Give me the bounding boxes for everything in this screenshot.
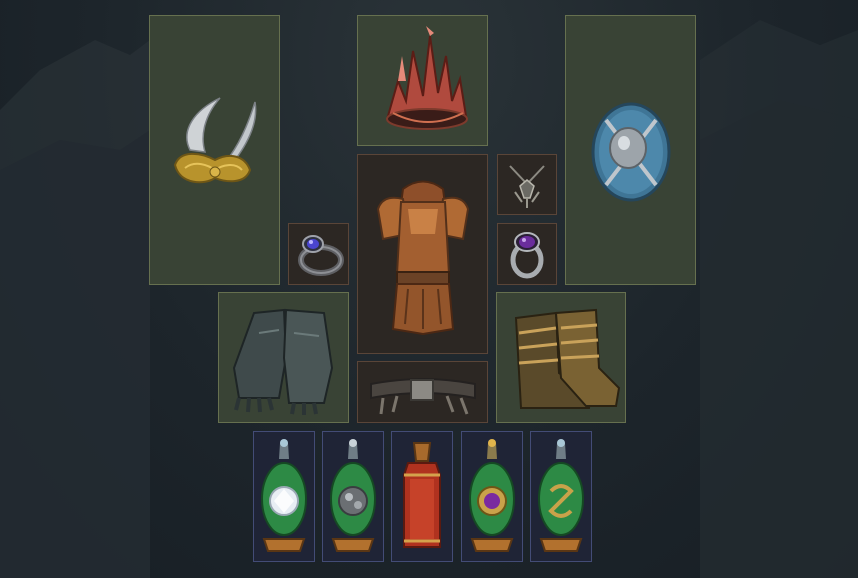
amethyst-ring-icon: [510, 232, 544, 279]
gloves-slot[interactable]: [218, 292, 349, 423]
amulet-slot[interactable]: [497, 154, 557, 215]
claw-icon: [173, 97, 256, 184]
plate-armour-icon: [376, 180, 469, 336]
amulet-icon: [509, 164, 545, 208]
flask-slot-2[interactable]: [322, 431, 384, 562]
plated-boots-icon: [514, 308, 621, 409]
weapon-off-hand-slot[interactable]: [565, 15, 696, 285]
round-shield-icon: [591, 102, 670, 202]
jade-flask-icon: [538, 438, 584, 552]
sapphire-ring-icon: [297, 235, 344, 276]
flask-slot-5[interactable]: [530, 431, 592, 562]
gauntlets-icon: [232, 308, 333, 415]
belt-icon: [369, 378, 476, 415]
helmet-slot[interactable]: [357, 15, 488, 146]
diamond-flask-icon: [261, 438, 307, 552]
life-flask-icon: [403, 441, 441, 548]
crystal-crown-icon: [385, 25, 468, 130]
quicksilver-flask-icon: [330, 438, 376, 552]
weapon-main-hand-slot[interactable]: [149, 15, 280, 285]
flask-slot-4[interactable]: [461, 431, 523, 562]
flask-slot-1[interactable]: [253, 431, 315, 562]
belt-slot[interactable]: [357, 361, 488, 423]
flask-slot-3[interactable]: [391, 431, 453, 562]
body-armour-slot[interactable]: [357, 154, 488, 354]
boots-slot[interactable]: [496, 292, 626, 423]
amethyst-flask-icon: [469, 438, 515, 552]
ring-right-slot[interactable]: [497, 223, 557, 285]
ring-left-slot[interactable]: [288, 223, 349, 285]
